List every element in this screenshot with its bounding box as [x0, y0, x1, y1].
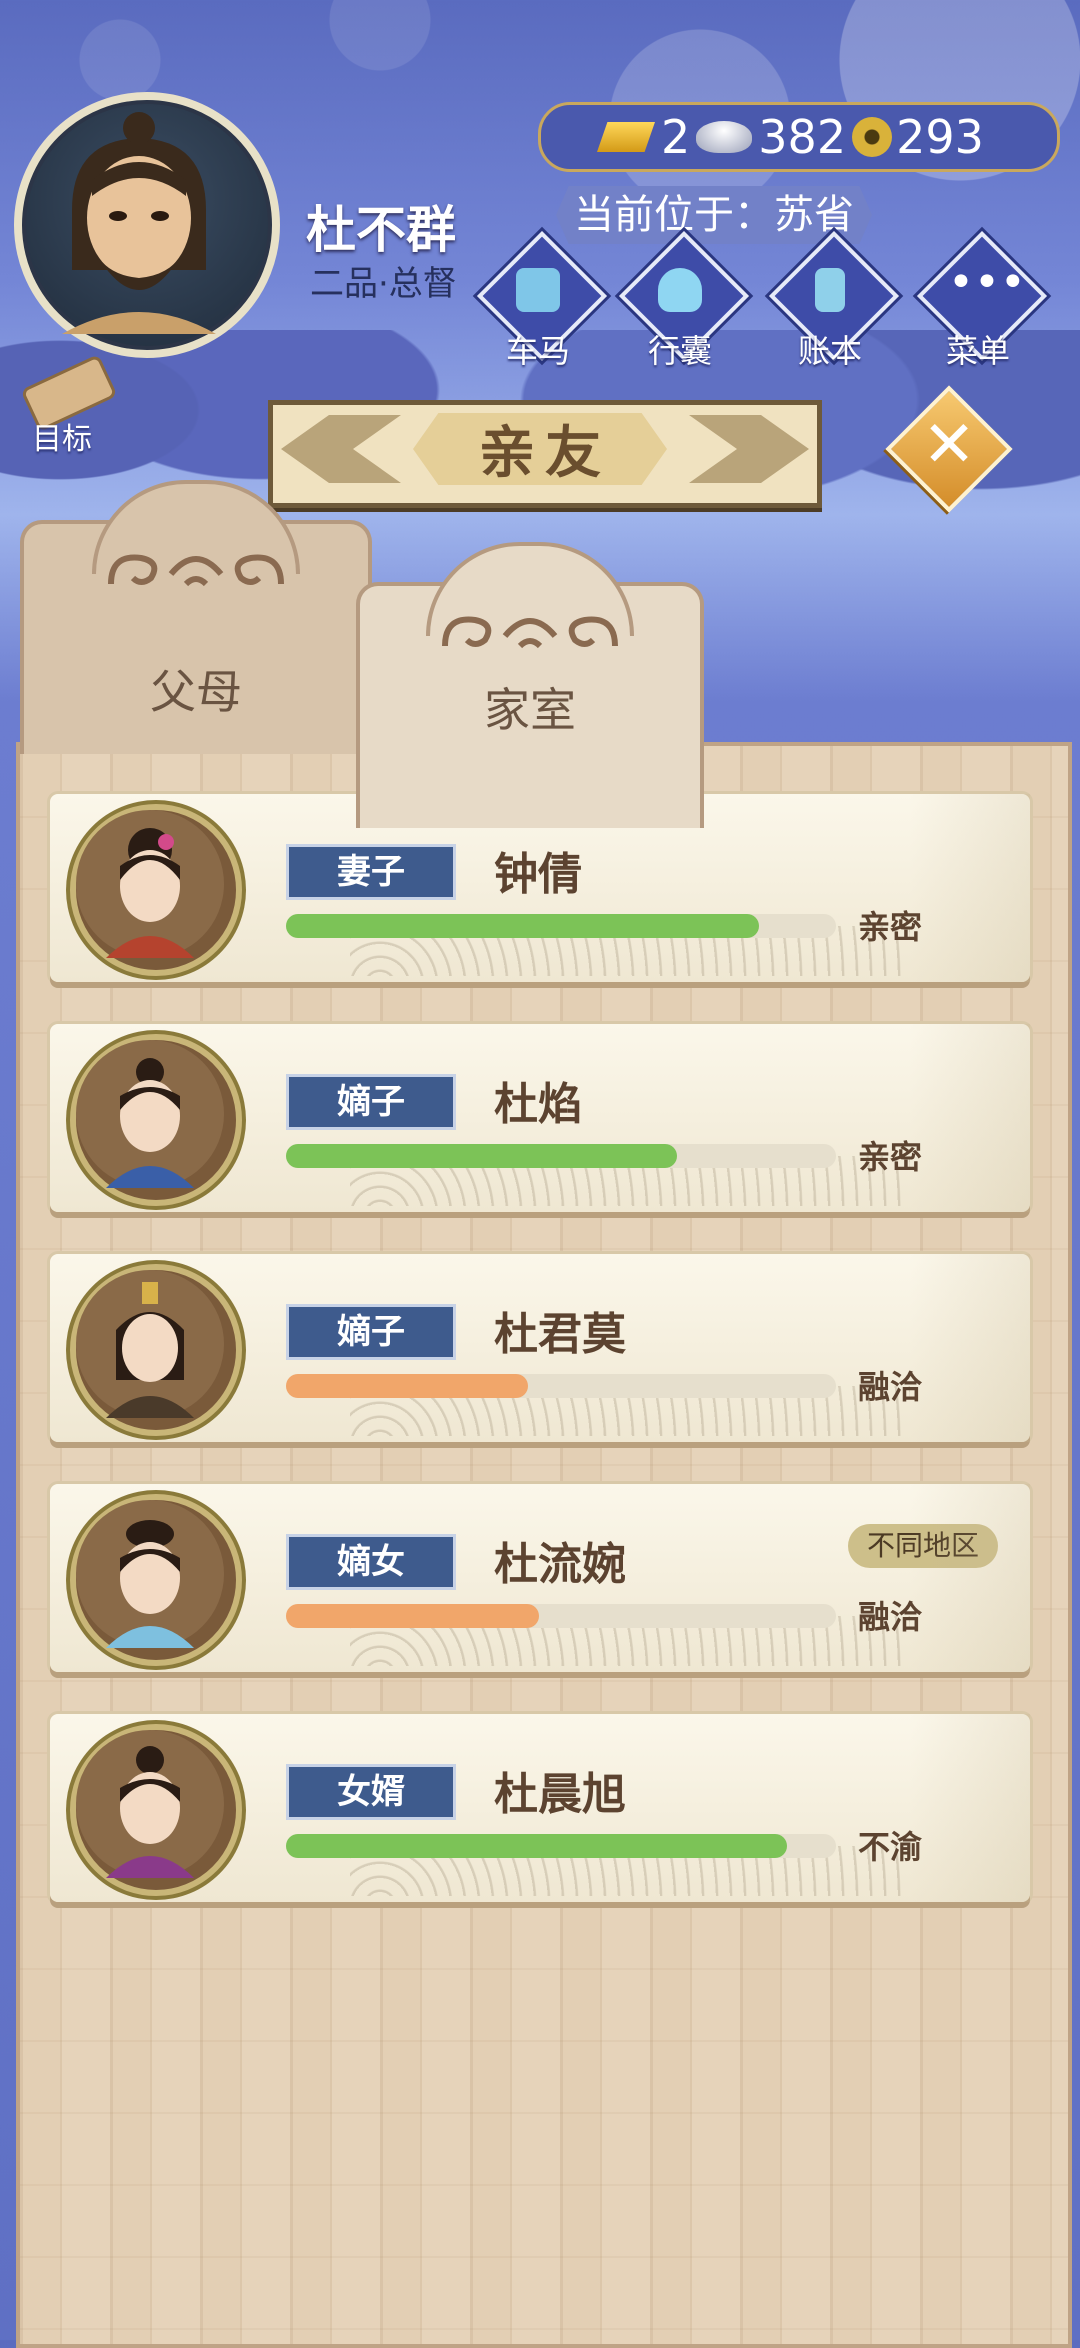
affinity-fill: [286, 1374, 528, 1398]
ledger-label: 账本: [797, 332, 862, 370]
wife-portrait-icon: [76, 810, 224, 958]
member-row-3[interactable]: 嫡子 杜君莫 融洽: [50, 1254, 1030, 1442]
goal-button[interactable]: 目标: [14, 353, 118, 457]
carriage-label: 车马: [505, 332, 570, 370]
player-name: 杜不群: [306, 201, 456, 259]
bag-icon: [658, 268, 702, 312]
relation-badge: 嫡女: [286, 1534, 456, 1590]
ledger-icon: [815, 268, 845, 312]
affinity-bar: [286, 1834, 836, 1858]
location-label: 当前位于：苏省: [556, 186, 872, 244]
member-row-4[interactable]: 嫡女 杜流婉 不同地区 融洽: [50, 1484, 1030, 1672]
menu-button[interactable]: ••• 菜单: [916, 230, 1048, 370]
region-tag: 不同地区: [848, 1524, 998, 1568]
affinity-bar: [286, 1374, 836, 1398]
member-portrait: [70, 1724, 242, 1896]
relation-badge: 女婿: [286, 1764, 456, 1820]
member-row-5[interactable]: 女婿 杜晨旭 不渝: [50, 1714, 1030, 1902]
relationship-status: 融洽: [858, 1598, 923, 1636]
player-rank: 二品·总督: [310, 264, 457, 304]
affinity-bar: [286, 914, 836, 938]
daughter-portrait-icon: [76, 1500, 224, 1648]
copper-currency: 293: [846, 110, 984, 164]
title-plate: 亲友: [268, 400, 822, 508]
affinity-fill: [286, 1604, 539, 1628]
relationship-status: 亲密: [858, 1138, 923, 1176]
member-portrait: [70, 1494, 242, 1666]
tab-household[interactable]: 家室: [356, 542, 704, 828]
close-icon: ✕: [922, 408, 976, 482]
bag-label: 行囊: [647, 332, 712, 370]
gold-ingot-icon: [597, 122, 655, 152]
relationship-status: 亲密: [858, 908, 923, 946]
member-name: 杜流婉: [494, 1539, 626, 1590]
ledger-button[interactable]: 账本: [768, 230, 900, 370]
swirl-ornament-icon: [442, 616, 618, 649]
affinity-bar: [286, 1144, 836, 1168]
member-portrait: [70, 804, 242, 976]
relationship-status: 融洽: [858, 1368, 923, 1406]
carriage-icon: [516, 268, 560, 312]
menu-label: 菜单: [945, 332, 1010, 370]
gold-currency: 2: [541, 110, 690, 164]
bag-button[interactable]: 行囊: [618, 230, 750, 370]
son-portrait-icon: [76, 1040, 224, 1188]
member-portrait: [70, 1264, 242, 1436]
affinity-fill: [286, 914, 759, 938]
player-portrait-icon: [62, 112, 216, 334]
member-portrait: [70, 1034, 242, 1206]
son-portrait-icon: [76, 1270, 224, 1418]
son-in-law-portrait-icon: [76, 1730, 224, 1878]
copper-coin-icon: [852, 117, 893, 157]
member-name: 钟倩: [494, 849, 582, 900]
relation-badge: 嫡子: [286, 1074, 456, 1130]
silver-currency: 382: [690, 110, 846, 164]
tab-parents-label: 父母: [150, 665, 242, 719]
relationship-status: 不渝: [858, 1828, 923, 1866]
silver-ingot-icon: [696, 121, 753, 153]
goal-label: 目标: [32, 422, 92, 457]
affinity-fill: [286, 1834, 787, 1858]
tab-household-label: 家室: [484, 683, 576, 737]
tab-parents[interactable]: 父母: [20, 480, 372, 754]
member-name: 杜君莫: [494, 1309, 626, 1360]
currency-bar: 2 382 293: [538, 102, 1060, 172]
relation-badge: 嫡子: [286, 1304, 456, 1360]
player-avatar[interactable]: [14, 92, 280, 358]
page-title: 亲友: [479, 421, 611, 486]
member-row-2[interactable]: 嫡子 杜焰 亲密: [50, 1024, 1030, 1212]
more-dots-icon: •••: [948, 257, 1026, 308]
silver-amount: 382: [758, 110, 847, 164]
member-name: 杜焰: [494, 1079, 582, 1130]
relation-badge: 妻子: [286, 844, 456, 900]
gold-amount: 2: [661, 110, 691, 164]
swirl-ornament-icon: [108, 554, 284, 587]
carriage-button[interactable]: 车马: [476, 230, 608, 370]
affinity-bar: [286, 1604, 836, 1628]
copper-amount: 293: [896, 110, 984, 164]
affinity-fill: [286, 1144, 677, 1168]
member-name: 杜晨旭: [494, 1769, 626, 1820]
